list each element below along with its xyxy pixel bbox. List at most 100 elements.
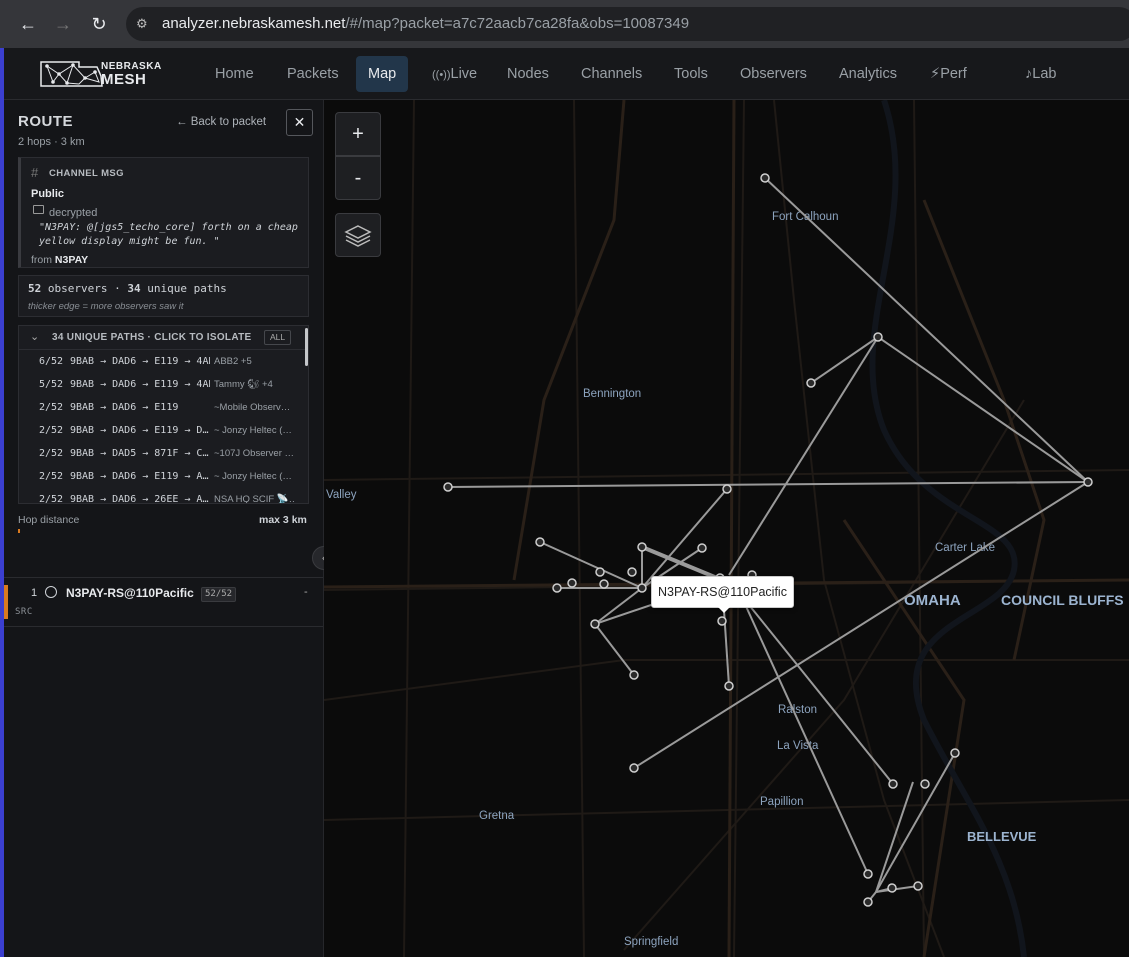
path-row[interactable]: 6/52 9BAB → DAD6 → E119 → 4AD2 ABB2 +5 <box>19 350 305 373</box>
map-node[interactable] <box>629 763 639 773</box>
map-node[interactable] <box>950 748 960 758</box>
map-node[interactable] <box>887 883 897 893</box>
observers-stats: 52 observers · 34 unique paths <box>28 282 227 295</box>
map-node[interactable] <box>535 537 545 547</box>
paths-scrollbar[interactable] <box>305 328 308 366</box>
back-to-packet-link[interactable]: ← Back to packet <box>176 116 266 128</box>
path-row[interactable]: 5/52 9BAB → DAD6 → E119 → 4AD2… Tammy 🐿 +4 <box>19 373 305 396</box>
path-row[interactable]: 2/52 9BAB → DAD6 → E119 → D… ~ Jonzy Helte… <box>19 419 305 442</box>
path-row[interactable]: 2/52 9BAB → DAD6 → E119 ~Mobile Observ… <box>19 396 305 419</box>
nebraska-mesh-logo[interactable]: NEBRASKA MESH <box>39 58 169 90</box>
map-node[interactable] <box>567 578 577 588</box>
map-node[interactable] <box>863 897 873 907</box>
route-edge <box>810 336 879 384</box>
route-edge <box>633 481 1089 769</box>
layers-button[interactable] <box>335 213 381 257</box>
from-sender[interactable]: N3PAY <box>55 254 88 266</box>
map-node[interactable] <box>724 681 734 691</box>
broadcast-icon: ((•)) <box>432 69 451 81</box>
hop-distance: - <box>304 586 308 598</box>
map-node[interactable] <box>443 482 453 492</box>
map-view[interactable]: Fort Calhoun Bennington Valley Carter La… <box>324 100 1129 957</box>
nav-live[interactable]: ((•))Live <box>420 56 489 92</box>
path-hops: 9BAB → DAD5 → 871F → C… <box>70 448 209 459</box>
hop-node-circle-icon <box>45 586 57 598</box>
channel-name: Public <box>31 188 65 200</box>
site-info-icon[interactable]: ⚙ <box>136 15 154 33</box>
map-node[interactable] <box>913 881 923 891</box>
message-from: from N3PAY <box>31 254 88 266</box>
path-observer: ~Mobile Observ… <box>214 402 291 413</box>
lock-open-icon <box>33 205 44 214</box>
paths-label: unique paths <box>147 282 227 295</box>
nav-lab[interactable]: ♪Lab <box>1013 56 1068 92</box>
map-node[interactable] <box>863 869 873 879</box>
map-node[interactable] <box>920 779 930 789</box>
path-count: 6/52 <box>39 356 64 367</box>
browser-toolbar: ← → ↻ ⚙ analyzer.nebraskamesh.net/#/map?… <box>0 0 1129 48</box>
map-node[interactable] <box>1083 477 1093 487</box>
map-node[interactable] <box>722 484 732 494</box>
back-arrow-icon[interactable]: ← <box>14 10 42 38</box>
nav-nodes[interactable]: Nodes <box>495 56 561 92</box>
chevron-down-icon[interactable]: ⌄ <box>30 330 39 343</box>
map-node[interactable] <box>590 619 600 629</box>
path-hops: 9BAB → DAD6 → E119 → 4AD2 <box>70 356 210 367</box>
paths-header-label: 34 UNIQUE PATHS · CLICK TO ISOLATE <box>52 332 252 343</box>
nebraska-state-mesh-icon <box>40 61 103 87</box>
path-row[interactable]: 2/52 9BAB → DAD6 → 26EE → A… NSA HQ SCIF 📡… <box>19 488 305 503</box>
address-bar[interactable]: ⚙ analyzer.nebraskamesh.net/#/map?packet… <box>126 7 1129 41</box>
route-edge <box>764 177 1089 483</box>
route-edge <box>447 481 1089 488</box>
map-node[interactable] <box>873 332 883 342</box>
reload-icon[interactable]: ↻ <box>85 10 113 38</box>
map-node[interactable] <box>697 543 707 553</box>
map-node[interactable] <box>595 567 605 577</box>
nav-analytics[interactable]: Analytics <box>827 56 909 92</box>
route-edge <box>641 488 728 589</box>
route-edge <box>728 579 894 785</box>
nav-map[interactable]: Map <box>356 56 409 92</box>
map-node[interactable] <box>806 378 816 388</box>
url-host: analyzer.nebraskamesh.net <box>162 15 346 32</box>
map-node[interactable] <box>627 567 637 577</box>
path-count: 5/52 <box>39 379 64 390</box>
layers-icon <box>344 225 372 247</box>
from-label: from <box>31 254 52 266</box>
nav-packets[interactable]: Packets <box>275 56 351 92</box>
hop-index: 1 <box>31 587 38 599</box>
paths-header[interactable]: ⌄ 34 UNIQUE PATHS · CLICK TO ISOLATE ALL <box>19 326 308 350</box>
path-row[interactable]: 2/52 9BAB → DAD5 → 871F → C… ~107J Observe… <box>19 442 305 465</box>
hop-row[interactable]: 1 N3PAY-RS@110Pacific 52/52 - SRC <box>4 578 323 627</box>
route-summary: 2 hops · 3 km <box>18 136 85 148</box>
route-overlay <box>443 173 1093 907</box>
all-paths-button[interactable]: ALL <box>264 330 292 345</box>
nav-channels[interactable]: Channels <box>569 56 654 92</box>
map-node[interactable] <box>637 583 647 593</box>
path-observer: ~ Jonzy Heltec (… <box>214 471 292 482</box>
map-node[interactable] <box>760 173 770 183</box>
hop-observed-badge: 52/52 <box>201 587 237 602</box>
path-count: 2/52 <box>39 402 64 413</box>
route-edge <box>875 752 956 893</box>
map-node[interactable] <box>552 583 562 593</box>
map-node[interactable] <box>717 616 727 626</box>
nav-tools[interactable]: Tools <box>662 56 720 92</box>
nav-home[interactable]: Home <box>203 56 266 92</box>
forward-arrow-icon[interactable]: → <box>49 10 77 38</box>
message-text: "N3PAY: @[jgs5_techo_core] forth on a ch… <box>39 222 298 247</box>
nav-observers[interactable]: Observers <box>728 56 819 92</box>
map-node[interactable] <box>888 779 898 789</box>
zoom-in-button[interactable]: + <box>335 112 381 156</box>
hop-distance-label: Hop distance <box>18 514 80 526</box>
close-button[interactable]: ✕ <box>286 109 313 136</box>
map-node[interactable] <box>629 670 639 680</box>
hop-node-name[interactable]: N3PAY-RS@110Pacific <box>66 586 194 600</box>
path-hops: 9BAB → DAD6 → E119 <box>70 402 179 413</box>
path-row[interactable]: 2/52 9BAB → DAD6 → E119 → A… ~ Jonzy Helte… <box>19 465 305 488</box>
zoom-out-button[interactable]: - <box>335 156 381 200</box>
nav-perf[interactable]: ⚡Perf <box>918 56 979 92</box>
url-text: analyzer.nebraskamesh.net/#/map?packet=a… <box>162 15 689 32</box>
map-node[interactable] <box>637 542 647 552</box>
map-node[interactable] <box>599 579 609 589</box>
